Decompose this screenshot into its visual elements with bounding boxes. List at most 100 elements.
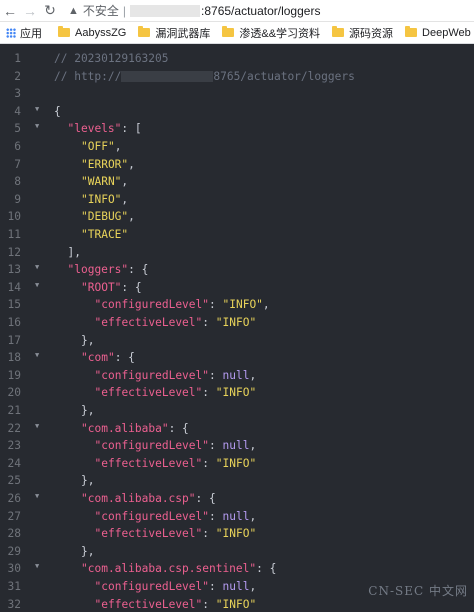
effective-level-value: "INFO" bbox=[215, 316, 257, 329]
json-punctuation: : bbox=[209, 509, 223, 523]
levels-key: "levels" bbox=[67, 122, 122, 136]
code-line: 29}, bbox=[0, 542, 474, 560]
effective-level-value: "INFO" bbox=[215, 386, 257, 400]
fold-toggle-icon[interactable]: ▼ bbox=[35, 422, 39, 430]
code-line: 12], bbox=[0, 243, 474, 261]
code-line: 4 ▼ { bbox=[0, 102, 474, 120]
bookmark-pentest-materials[interactable]: 渗透&&学习资料 bbox=[216, 22, 326, 43]
json-punctuation: { bbox=[54, 104, 61, 118]
folder-icon bbox=[58, 26, 70, 37]
configured-level-value: null bbox=[222, 509, 250, 523]
logger-name: "com.alibaba.csp" bbox=[81, 492, 196, 505]
line-number: 21 bbox=[7, 404, 21, 417]
code-text: "configuredLevel": null, bbox=[95, 439, 257, 452]
code-line: 26 ▼ "com.alibaba.csp": { bbox=[0, 489, 474, 507]
code-line: 10 "DEBUG", bbox=[0, 207, 474, 225]
configured-level-value: null bbox=[222, 368, 250, 382]
effective-level-value: "INFO" bbox=[215, 597, 257, 611]
line-number: 7 bbox=[14, 157, 21, 171]
json-punctuation: , bbox=[249, 580, 257, 593]
url-text[interactable]: :8765/actuator/loggers bbox=[201, 4, 320, 18]
redacted-host bbox=[130, 4, 201, 17]
code-text: "TRACE" bbox=[81, 228, 128, 241]
fold-toggle-icon[interactable]: ▼ bbox=[35, 562, 39, 570]
warning-triangle-icon[interactable]: ▲ bbox=[68, 5, 79, 17]
line-number: 25 bbox=[7, 474, 21, 488]
fold-toggle-icon[interactable]: ▼ bbox=[35, 492, 39, 500]
level-value: "INFO" bbox=[81, 192, 122, 206]
code-text: "effectiveLevel": "INFO" bbox=[95, 386, 257, 399]
effective-level-key: "effectiveLevel" bbox=[94, 316, 203, 329]
level-value: "DEBUG" bbox=[81, 210, 129, 224]
json-punctuation: }, bbox=[81, 333, 95, 347]
json-punctuation: : bbox=[202, 597, 216, 611]
line-number: 22 bbox=[7, 421, 21, 435]
code-text: ], bbox=[68, 246, 81, 259]
effective-level-value: "INFO" bbox=[215, 456, 257, 470]
level-value: "WARN" bbox=[81, 175, 122, 189]
fold-toggle-icon[interactable]: ▼ bbox=[35, 122, 39, 130]
bookmark-apps[interactable]: 应用 bbox=[0, 22, 48, 43]
line-number: 9 bbox=[14, 192, 21, 206]
level-value: "ERROR" bbox=[81, 157, 129, 171]
configured-level-value: "INFO" bbox=[222, 298, 263, 312]
reload-icon[interactable]: ↻ bbox=[40, 1, 60, 21]
logger-name: "com" bbox=[81, 351, 115, 365]
effective-level-key: "effectiveLevel" bbox=[94, 386, 203, 400]
code-text: }, bbox=[81, 404, 94, 417]
code-text: }, bbox=[81, 334, 94, 347]
code-text: "effectiveLevel": "INFO" bbox=[95, 527, 257, 540]
folder-icon bbox=[405, 26, 418, 37]
code-text: "com.alibaba": { bbox=[81, 422, 189, 435]
bookmark-aabysszg[interactable]: AabyssZG bbox=[52, 22, 132, 43]
code-line: 28 "effectiveLevel": "INFO" bbox=[0, 524, 474, 542]
forward-arrow-icon[interactable]: → bbox=[20, 1, 40, 21]
code-line: 2 // http:// 8765/actuator/loggers bbox=[0, 67, 474, 85]
json-viewer: 1 // 20230129163205 2 // http:// 8765/actuat… bbox=[0, 44, 474, 611]
code-line: 11 "TRACE" bbox=[0, 225, 474, 243]
line-number: 2 bbox=[14, 69, 21, 83]
fold-toggle-icon[interactable]: ▼ bbox=[35, 105, 39, 113]
watermark: CN-SEC 中文网 bbox=[368, 584, 468, 598]
address-bar[interactable]: ▲ 不安全 | :8765/actuator/loggers bbox=[66, 2, 470, 20]
code-line: 18 ▼ "com": { bbox=[0, 348, 474, 366]
line-number: 4 bbox=[14, 104, 21, 118]
bookmark-label: 渗透&&学习资料 bbox=[239, 27, 321, 40]
apps-icon bbox=[6, 27, 16, 38]
code-text: "com.alibaba.csp.sentinel": { bbox=[81, 562, 276, 575]
effective-level-key: "effectiveLevel" bbox=[94, 527, 203, 541]
code-text: "effectiveLevel": "INFO" bbox=[95, 457, 257, 470]
bookmark-label: 应用 bbox=[20, 27, 42, 40]
fold-toggle-icon[interactable]: ▼ bbox=[35, 351, 39, 359]
json-punctuation: : { bbox=[195, 492, 216, 505]
json-punctuation: , bbox=[249, 439, 257, 453]
code-line: 6 "OFF", bbox=[0, 137, 474, 155]
fold-toggle-icon[interactable]: ▼ bbox=[35, 263, 39, 271]
json-punctuation: , bbox=[262, 298, 270, 312]
folder-icon bbox=[138, 26, 151, 37]
code-text: // 20230129163205 bbox=[54, 52, 169, 65]
configured-level-key: "configuredLevel" bbox=[94, 509, 210, 523]
code-line: 25}, bbox=[0, 471, 474, 489]
security-label[interactable]: 不安全 bbox=[83, 2, 119, 19]
code-line: 1 // 20230129163205 bbox=[0, 49, 474, 67]
code-text: // http:// 8765/actuator/loggers bbox=[54, 70, 355, 83]
fold-toggle-icon[interactable]: ▼ bbox=[35, 281, 39, 289]
effective-level-value: "INFO" bbox=[215, 527, 257, 541]
code-line: 21}, bbox=[0, 401, 474, 419]
json-punctuation: , bbox=[128, 157, 135, 171]
line-number: 16 bbox=[7, 316, 21, 329]
back-arrow-icon[interactable]: ← bbox=[0, 1, 20, 21]
line-number: 19 bbox=[7, 368, 21, 382]
configured-level-value: null bbox=[222, 580, 250, 593]
json-punctuation: : { bbox=[128, 263, 149, 277]
bookmark-weapon-library[interactable]: 漏洞武器库 bbox=[132, 22, 216, 43]
code-text: }, bbox=[81, 545, 94, 558]
folder-icon bbox=[332, 26, 345, 37]
line-number: 27 bbox=[7, 509, 21, 523]
folder-icon bbox=[222, 26, 235, 37]
bookmark-source-resources[interactable]: 源码资源 bbox=[326, 22, 399, 43]
json-punctuation: : { bbox=[256, 562, 277, 576]
bookmark-deepweb[interactable]: DeepWeb bbox=[399, 22, 474, 43]
code-line: 30 ▼ "com.alibaba.csp.sentinel": { bbox=[0, 559, 474, 577]
